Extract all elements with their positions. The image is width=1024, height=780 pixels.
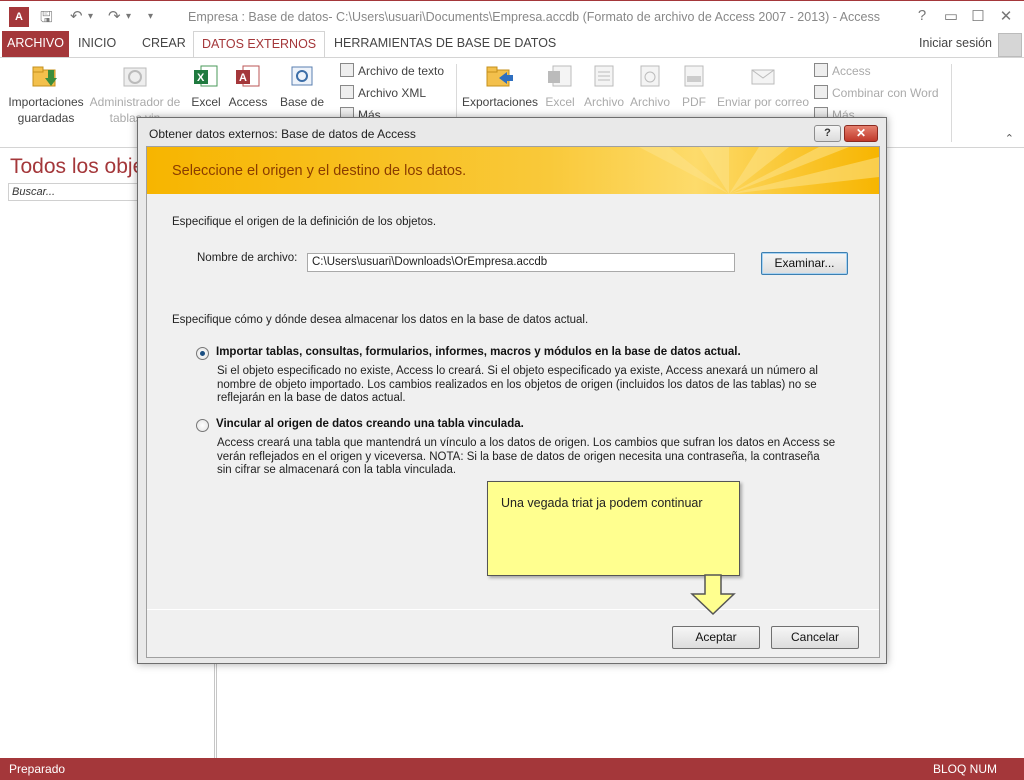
export-pdf-button[interactable]: PDF: [677, 62, 711, 110]
title-bar: A 🖫 ↶ ▾ ↷ ▾ ▾ Empresa : Base de datos- C…: [0, 0, 1024, 32]
window-title: Empresa : Base de datos- C:\Users\usuari…: [188, 10, 880, 24]
banner-decoration: [639, 147, 879, 194]
import-text-file-button[interactable]: Archivo de texto: [340, 63, 444, 78]
cancel-button[interactable]: Cancelar: [771, 626, 859, 649]
folder-import-icon: [31, 62, 61, 90]
ok-button[interactable]: Aceptar: [672, 626, 760, 649]
tab-crear[interactable]: CREAR: [134, 31, 194, 57]
undo-icon[interactable]: ↶: [70, 7, 83, 25]
import-radio[interactable]: [196, 347, 209, 360]
customize-toolbar-icon[interactable]: ▾: [148, 11, 153, 22]
tab-datos-externos[interactable]: DATOS EXTERNOS: [193, 31, 326, 58]
text-file-icon: [340, 63, 354, 77]
status-text: Preparado: [9, 762, 66, 776]
dialog-divider: [147, 609, 879, 610]
nav-pane-title[interactable]: Todos los obje: [10, 155, 144, 179]
link-option-description: Access creará una tabla que mantendrá un…: [217, 437, 836, 476]
source-prompt: Especifique el origen de la definición d…: [172, 216, 437, 228]
export-file-button-2[interactable]: Archivo: [628, 62, 672, 110]
num-lock-indicator: BLOQ NUM: [932, 762, 997, 776]
linked-table-icon: [120, 62, 150, 90]
undo-dropdown-icon[interactable]: ▾: [88, 11, 93, 22]
excel-icon: X: [191, 62, 221, 90]
xml-file-icon: [340, 85, 354, 99]
email-label: Enviar por correo: [716, 95, 810, 109]
access-app-icon[interactable]: A: [9, 7, 29, 27]
get-external-data-dialog: Obtener datos externos: Base de datos de…: [137, 117, 887, 664]
import-database-button[interactable]: Base de: [279, 62, 325, 110]
import-xml-button[interactable]: Archivo XML: [340, 85, 426, 100]
callout-note: Una vegada triat ja podem continuar: [487, 481, 740, 576]
email-icon: [748, 62, 778, 90]
help-icon[interactable]: ?: [912, 7, 932, 24]
tab-herramientas[interactable]: HERRAMIENTAS DE BASE DE DATOS: [326, 31, 564, 57]
maximize-icon[interactable]: ☐: [968, 7, 988, 25]
svg-text:A: A: [239, 72, 247, 84]
import-access-button[interactable]: A Access: [227, 62, 269, 110]
database-icon: [287, 62, 317, 90]
dialog-heading: Seleccione el origen y el destino de los…: [172, 163, 467, 179]
email-button[interactable]: Enviar por correo: [716, 62, 810, 110]
dialog-banner: Seleccione el origen y el destino de los…: [147, 147, 879, 194]
file-name-label: Nombre de archivo:: [197, 252, 298, 264]
ribbon-tabs: ARCHIVO INICIO CREAR DATOS EXTERNOS HERR…: [0, 31, 1024, 58]
export-file-button-1[interactable]: Archivo: [582, 62, 626, 110]
import-database-label: Base de: [279, 95, 325, 109]
saved-imports-label-1: Importaciones: [8, 95, 84, 109]
pdf-icon: [679, 62, 709, 90]
access-icon: [814, 63, 828, 77]
callout-arrow-icon: [690, 574, 736, 616]
redo-icon[interactable]: ↷: [108, 7, 121, 25]
dialog-title: Obtener datos externos: Base de datos de…: [149, 127, 416, 141]
callout-text: Una vegada triat ja podem continuar: [501, 496, 703, 510]
export-excel-label: Excel: [545, 95, 575, 109]
file-icon: [589, 62, 619, 90]
file-icon: [635, 62, 665, 90]
link-radio[interactable]: [196, 419, 209, 432]
word-icon: [814, 85, 828, 99]
redo-dropdown-icon[interactable]: ▾: [126, 11, 131, 22]
tab-archivo[interactable]: ARCHIVO: [2, 31, 69, 57]
export-pdf-label: PDF: [682, 95, 706, 109]
export-access-button[interactable]: Access: [814, 63, 871, 78]
folder-export-icon: [485, 62, 515, 90]
dialog-body: Seleccione el origen y el destino de los…: [146, 146, 880, 658]
save-icon[interactable]: 🖫: [40, 7, 53, 32]
signin-link[interactable]: Iniciar sesión: [919, 36, 992, 50]
export-file-label-1: Archivo: [583, 95, 624, 109]
import-excel-button[interactable]: X Excel: [186, 62, 226, 110]
avatar[interactable]: [998, 33, 1022, 57]
dialog-title-bar: Obtener datos externos: Base de datos de…: [138, 118, 886, 146]
export-file-label-2: Archivo: [629, 95, 670, 109]
status-bar: Preparado BLOQ NUM: [0, 758, 1024, 780]
dialog-close-button[interactable]: ✕: [844, 125, 878, 142]
import-option-title[interactable]: Importar tablas, consultas, formularios,…: [216, 346, 741, 358]
saved-exports-label: Exportaciones: [462, 95, 539, 109]
import-excel-label: Excel: [191, 95, 221, 109]
access-icon: A: [233, 62, 263, 90]
export-excel-button[interactable]: Excel: [542, 62, 578, 110]
browse-button[interactable]: Examinar...: [761, 252, 848, 275]
linked-table-label-1: Administrador de: [89, 95, 181, 109]
import-option-description: Si el objeto especificado no existe, Acc…: [217, 365, 818, 404]
destination-prompt: Especifique cómo y dónde desea almacenar…: [172, 314, 589, 326]
import-access-label: Access: [228, 95, 268, 109]
file-name-input[interactable]: C:\Users\usuari\Downloads\OrEmpresa.accd…: [307, 253, 735, 272]
ribbon-divider: [951, 64, 952, 142]
svg-text:X: X: [197, 72, 205, 84]
saved-imports-button[interactable]: Importaciones guardadas: [6, 62, 86, 126]
merge-word-button[interactable]: Combinar con Word: [814, 85, 939, 100]
link-option-title[interactable]: Vincular al origen de datos creando una …: [216, 418, 524, 430]
excel-icon: [545, 62, 575, 90]
tab-inicio[interactable]: INICIO: [70, 31, 124, 57]
saved-imports-label-2: guardadas: [17, 111, 75, 125]
saved-exports-button[interactable]: Exportaciones: [462, 62, 538, 110]
dialog-help-button[interactable]: ?: [814, 125, 841, 142]
collapse-ribbon-icon[interactable]: ⌃: [1005, 132, 1014, 145]
close-icon[interactable]: ✕: [996, 7, 1016, 25]
ribbon-display-icon[interactable]: ▭: [941, 7, 961, 25]
